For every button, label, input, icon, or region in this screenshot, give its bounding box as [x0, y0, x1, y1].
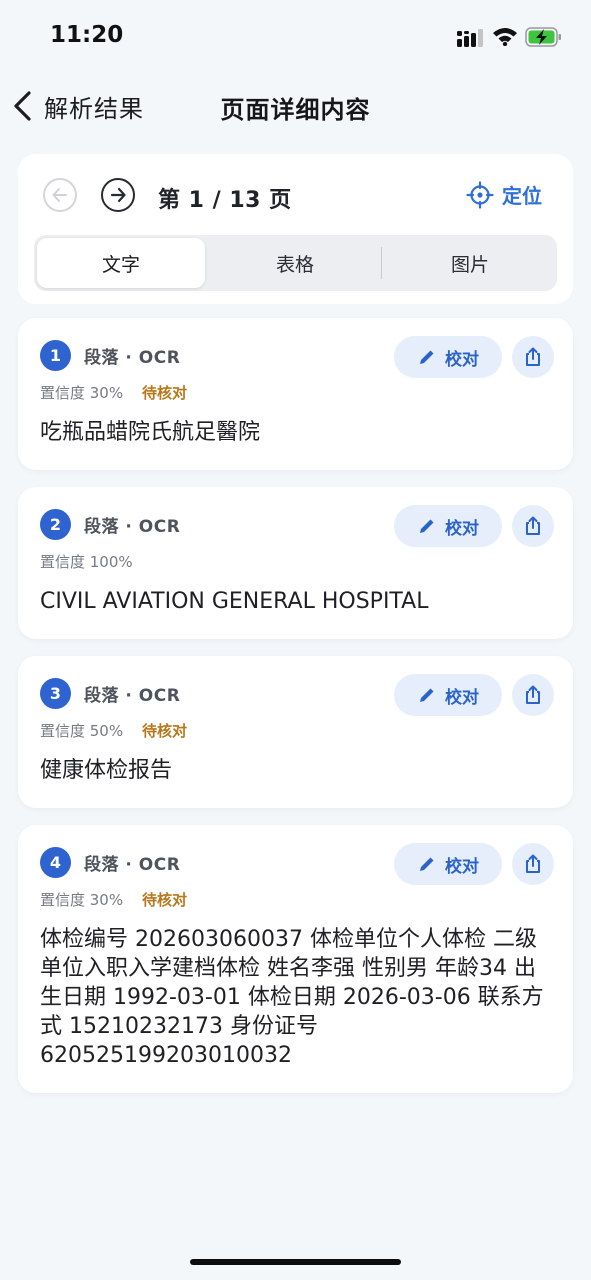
- battery-charging-icon: [525, 27, 561, 47]
- confidence-label: 置信度 50%: [40, 722, 124, 740]
- block-index-badge: 1: [40, 340, 71, 371]
- block-card-4: 4 段落 · OCR 置信度 30% 待核对 校对 体检编号 202603060…: [18, 825, 573, 1093]
- tab-image[interactable]: 图片: [386, 238, 554, 288]
- next-page-button[interactable]: [101, 178, 135, 212]
- content-type-tabs: 文字 表格 图片: [34, 235, 557, 291]
- wifi-icon: [493, 28, 517, 46]
- home-indicator: [190, 1259, 401, 1265]
- pending-review-badge: 待核对: [142, 891, 188, 909]
- pencil-icon: [420, 857, 434, 871]
- proofread-label: 校对: [445, 687, 479, 708]
- pending-review-badge: 待核对: [142, 722, 188, 740]
- share-button[interactable]: [512, 843, 554, 885]
- proofread-label: 校对: [445, 349, 479, 370]
- block-card-1: 1 段落 · OCR 置信度 30% 待核对 校对 吃瓶品蜡院氏航足醫院: [18, 318, 573, 470]
- arrow-right-icon: [110, 187, 126, 203]
- cellular-signal-icon: [457, 29, 483, 47]
- tab-text[interactable]: 文字: [37, 238, 205, 288]
- nav-bar: 解析结果 页面详细内容: [0, 76, 591, 136]
- block-index-badge: 3: [40, 678, 71, 709]
- previous-page-button[interactable]: [43, 178, 77, 212]
- block-card-3: 3 段落 · OCR 置信度 50% 待核对 校对 健康体检报告: [18, 656, 573, 808]
- block-type-label: 段落 · OCR: [84, 855, 181, 875]
- proofread-label: 校对: [445, 856, 479, 877]
- proofread-label: 校对: [445, 518, 479, 539]
- proofread-button[interactable]: 校对: [394, 674, 502, 716]
- block-index-badge: 4: [40, 847, 71, 878]
- share-icon: [526, 347, 540, 366]
- block-text: 吃瓶品蜡院氏航足醫院: [40, 420, 261, 445]
- block-text: 健康体检报告: [40, 758, 173, 783]
- page-indicator: 第 1 / 13 页: [158, 188, 292, 213]
- tab-divider: [381, 247, 382, 279]
- status-bar: 11:20: [0, 0, 591, 76]
- share-icon: [526, 516, 540, 535]
- locate-label: 定位: [502, 184, 542, 208]
- share-button[interactable]: [512, 336, 554, 378]
- block-text: CIVIL AVIATION GENERAL HOSPITAL: [40, 589, 429, 614]
- proofread-button[interactable]: 校对: [394, 336, 502, 378]
- block-type-label: 段落 · OCR: [84, 348, 181, 368]
- share-icon: [526, 685, 540, 704]
- proofread-button[interactable]: 校对: [394, 505, 502, 547]
- locate-button[interactable]: 定位: [466, 180, 542, 209]
- status-time: 11:20: [50, 22, 124, 48]
- confidence-label: 置信度 100%: [40, 553, 133, 571]
- block-index-badge: 2: [40, 509, 71, 540]
- proofread-button[interactable]: 校对: [394, 843, 502, 885]
- share-button[interactable]: [512, 505, 554, 547]
- block-type-label: 段落 · OCR: [84, 517, 181, 537]
- confidence-label: 置信度 30%: [40, 384, 124, 402]
- page-navigator-card: 第 1 / 13 页 定位 文字 表格 图片: [18, 154, 573, 304]
- page-title: 页面详细内容: [220, 96, 371, 124]
- pencil-icon: [420, 519, 434, 533]
- block-text: 体检编号 202603060037 体检单位个人体检 二级单位入职入学建档体检 …: [40, 927, 544, 1068]
- confidence-label: 置信度 30%: [40, 891, 124, 909]
- block-card-2: 2 段落 · OCR 置信度 100% 校对 CIVIL AVIATION GE…: [18, 487, 573, 639]
- arrow-left-icon: [52, 188, 67, 202]
- pending-review-badge: 待核对: [142, 384, 188, 402]
- pencil-icon: [420, 688, 434, 702]
- pencil-icon: [420, 350, 434, 364]
- share-button[interactable]: [512, 674, 554, 716]
- tab-table[interactable]: 表格: [211, 238, 379, 288]
- block-type-label: 段落 · OCR: [84, 686, 181, 706]
- crosshair-icon: [466, 180, 494, 209]
- share-icon: [526, 854, 540, 873]
